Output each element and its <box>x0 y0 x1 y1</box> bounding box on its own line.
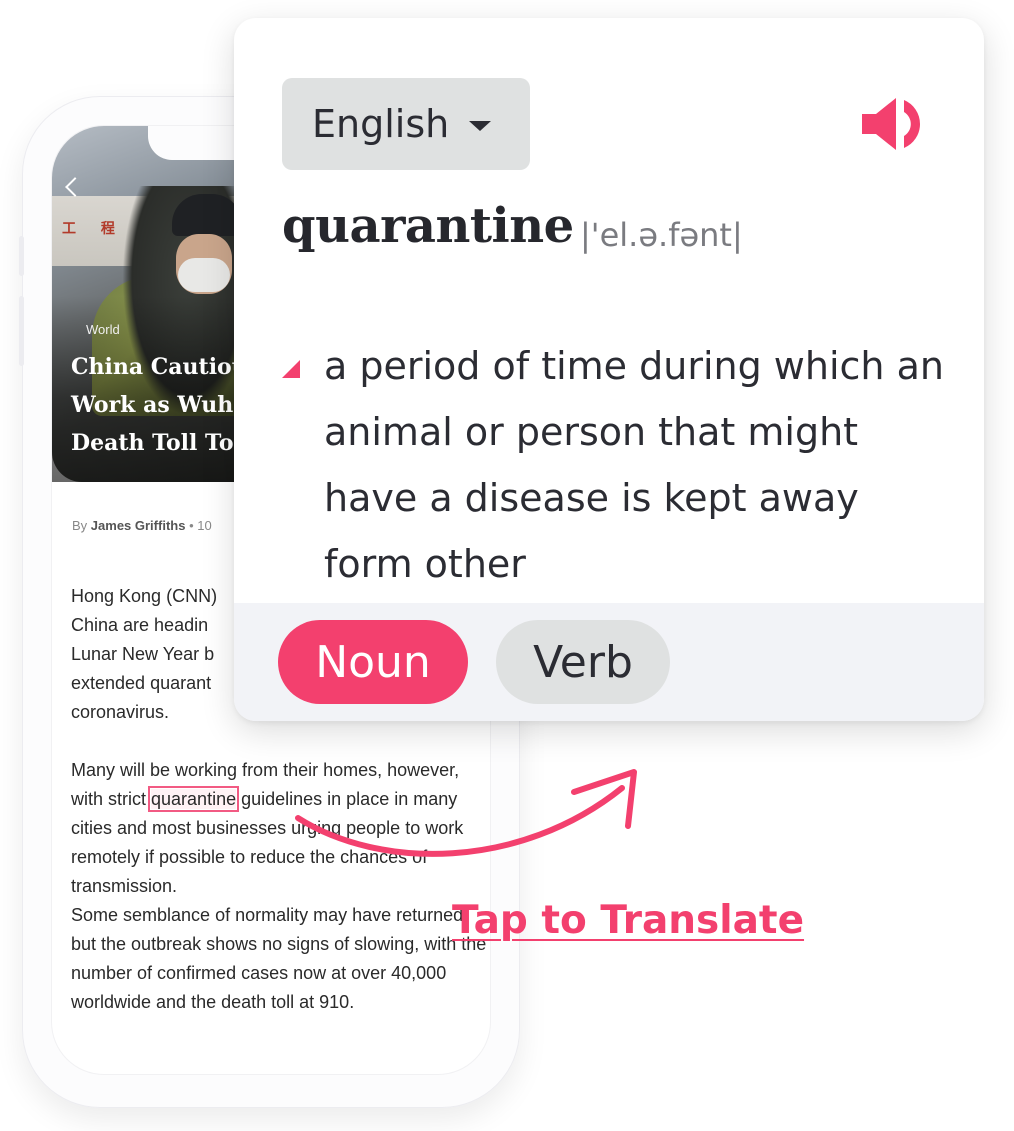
tap-to-translate-link[interactable]: Tap to Translate <box>452 898 804 943</box>
part-of-speech-verb-tab[interactable]: Verb <box>496 620 670 704</box>
highlighted-word[interactable]: quarantine <box>148 786 240 812</box>
speaker-icon[interactable] <box>858 88 930 160</box>
dictionary-word: quarantine <box>282 198 574 254</box>
phone-volume-button <box>19 296 24 366</box>
language-dropdown[interactable]: English <box>282 78 530 170</box>
part-of-speech-bar: Noun Verb <box>234 603 984 721</box>
phone-side-button <box>19 236 24 276</box>
dictionary-card: English quarantine |'el.ə.fənt| a period… <box>234 18 984 721</box>
back-arrow-icon[interactable] <box>65 177 85 197</box>
byline-author[interactable]: James Griffiths <box>91 518 186 533</box>
article-paragraph: Many will be working from their homes, h… <box>71 756 490 901</box>
byline-prefix: By <box>72 518 88 533</box>
article-line: coronavirus. <box>71 702 170 722</box>
dictionary-definition: a period of time during which an animal … <box>324 344 944 586</box>
byline-date: • 10 <box>189 518 212 533</box>
definition-marker-icon <box>282 360 300 378</box>
article-line: Hong Kong (CNN) <box>71 586 218 606</box>
dictionary-phonetic: |'el.ə.fənt| <box>580 216 743 254</box>
part-of-speech-noun-tab[interactable]: Noun <box>278 620 468 704</box>
article-byline: By James Griffiths • 10 <box>72 518 212 533</box>
article-category: World <box>86 322 120 337</box>
article-line: China are headin <box>71 615 209 635</box>
hero-mask <box>178 258 230 292</box>
caret-down-icon <box>469 121 492 131</box>
article-line: extended quarant <box>71 673 212 693</box>
article-paragraph: Some semblance of normality may have ret… <box>71 905 487 1012</box>
hero-cap <box>172 194 242 236</box>
article-line: Lunar New Year b <box>71 644 215 664</box>
language-label: English <box>312 102 450 146</box>
